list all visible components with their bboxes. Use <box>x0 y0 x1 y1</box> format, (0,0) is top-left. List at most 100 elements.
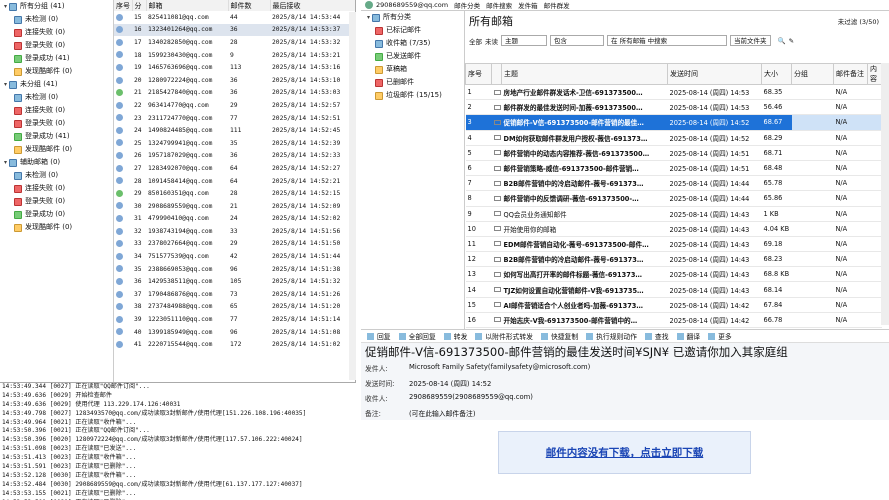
account-grid-scrollbar[interactable] <box>349 12 356 380</box>
table-row[interactable]: 41 2220715544@qq.com 172 2025/8/14 14:51:02 <box>114 338 355 351</box>
table-row[interactable]: 34 751577539@qq.com 42 2025/8/14 14:51:44 <box>114 250 355 263</box>
tree-item[interactable]: 未检测 (0) <box>0 169 113 182</box>
tree-item[interactable]: 登录成功 (41) <box>0 130 113 143</box>
mail-column-header[interactable]: 邮件备注 <box>833 63 868 85</box>
toolbar-forward-button[interactable]: 转发 <box>443 331 467 341</box>
folder-item[interactable]: 草稿箱 <box>361 63 464 76</box>
table-row[interactable]: 35 2388669053@qq.com 96 2025/8/14 14:51:38 <box>114 263 355 276</box>
tree-item[interactable]: 登录成功 (41) <box>0 52 113 65</box>
table-row[interactable]: 39 1223051110@qq.com 77 2025/8/14 14:51:14 <box>114 313 355 326</box>
toolbar-find-button[interactable]: 查找 <box>644 331 669 341</box>
table-row[interactable]: 40 1399185949@qq.com 96 2025/8/14 14:51:08 <box>114 326 355 339</box>
tree-item[interactable]: 连接失败 (0) <box>0 104 113 117</box>
toolbar-rule-button[interactable]: 执行规则动作 <box>586 331 637 341</box>
toolbar-translate-button[interactable]: 翻译 <box>676 331 700 341</box>
folder-item[interactable]: ▾ 所有分类 <box>361 11 464 24</box>
filter-control[interactable]: 在 所有邮箱 中搜索 <box>607 35 727 46</box>
table-row[interactable]: 16 开始志庆-V我-691373500-邮件营销中的… 2025-08-14 (周… <box>465 312 882 329</box>
filter-control[interactable]: 包含 <box>550 35 604 46</box>
table-row[interactable]: 19 1465763696@qq.com 113 2025/8/14 14:53:16 <box>114 61 355 74</box>
mail-column-header[interactable]: 大小 <box>761 63 792 85</box>
tree-item[interactable]: 登录失败 (0) <box>0 39 113 52</box>
table-row[interactable]: 32 1938743194@qq.com 33 2025/8/14 14:51:56 <box>114 225 355 238</box>
table-row[interactable]: 37 1790486876@qq.com 73 2025/8/14 14:51:26 <box>114 288 355 301</box>
table-row[interactable]: 9 QQ会员业务通知邮件 2025-08-14 (周四) 14:43 1 KB N/A <box>465 206 882 222</box>
tree-item[interactable]: 发现酷邮件 (0) <box>0 143 113 156</box>
table-row[interactable]: 28 1091458414@qq.com 64 2025/8/14 14:52:21 <box>114 175 355 188</box>
mail-column-header[interactable]: 分组 <box>791 63 834 85</box>
tree-item[interactable]: ▾ 未分组 (41) <box>0 78 113 91</box>
mail-column-header[interactable] <box>491 63 502 85</box>
header-menu-item[interactable]: 发件箱 <box>518 0 538 10</box>
toolbar-attach-forward-button[interactable]: 以附件形式转发 <box>475 331 533 341</box>
expand-icon[interactable]: ▾ <box>2 0 9 13</box>
table-row[interactable]: 21 2185427840@qq.com 36 2025/8/14 14:53:03 <box>114 87 355 100</box>
toolbar-reply-button[interactable]: 回复 <box>367 331 391 341</box>
tree-item[interactable]: 登录失败 (0) <box>0 117 113 130</box>
table-row[interactable]: 15 AI邮件营销适合个人创业者吗-加薇-691373… 2025-08-14 (周… <box>465 297 882 313</box>
expand-icon[interactable]: ▾ <box>2 156 9 169</box>
clear-filter-icon[interactable]: ✎ <box>789 37 794 45</box>
table-row[interactable]: 24 1490824485@qq.com 111 2025/8/14 14:52:45 <box>114 124 355 137</box>
tree-item[interactable]: ▾ 辅助邮箱 (0) <box>0 156 113 169</box>
tree-item[interactable]: 发现酷邮件 (0) <box>0 221 113 234</box>
tree-item[interactable]: 未检测 (0) <box>0 91 113 104</box>
filter-control[interactable]: 未读 <box>485 36 498 46</box>
table-row[interactable]: 14 TJZ如何设置自动化营销邮件-V我-6913735… 2025-08-14 (… <box>465 281 882 298</box>
expand-icon[interactable]: ▾ <box>365 11 372 24</box>
header-menu-item[interactable]: 邮件分类 <box>454 0 480 10</box>
grid-column-header[interactable]: 序号 <box>114 0 133 11</box>
header-menu-item[interactable]: 邮件群发 <box>544 0 570 10</box>
expand-icon[interactable]: ▾ <box>2 78 9 91</box>
download-mail-link[interactable]: 邮件内容没有下载，点击立即下载 <box>498 431 751 474</box>
table-row[interactable]: 2 邮件群发的最佳发送时间-加薇-691373500… 2025-08-14 (周四… <box>465 99 882 116</box>
folder-item[interactable]: 已发送邮件 <box>361 50 464 63</box>
toolbar-reply-all-button[interactable]: 全部回复 <box>398 331 436 341</box>
grid-column-header[interactable]: 最后接收 <box>270 0 355 11</box>
mail-column-header[interactable]: 发送时间 <box>667 63 762 85</box>
table-row[interactable]: 4 DM如何获取邮件群发用户授权-薇信-691373… 2025-08-14 (周四… <box>465 130 882 146</box>
tree-item[interactable]: 连接失败 (0) <box>0 26 113 39</box>
mail-list-scrollbar[interactable] <box>881 63 889 325</box>
table-row[interactable]: 31 479990410@qq.com 24 2025/8/14 14:52:02 <box>114 213 355 226</box>
mail-column-header[interactable]: 内容 <box>867 63 882 85</box>
folder-item[interactable]: 已标记邮件 <box>361 24 464 37</box>
grid-column-header[interactable]: 邮箱 <box>146 0 229 11</box>
mail-column-header[interactable]: 主题 <box>501 63 668 85</box>
table-row[interactable]: 36 1429538511@qq.com 105 2025/8/14 14:51:32 <box>114 275 355 288</box>
table-row[interactable]: 15 825411081@qq.com 44 2025/8/14 14:53:44 <box>114 11 355 24</box>
grid-column-header[interactable]: 分 <box>132 0 147 11</box>
table-row[interactable]: 16 1323401264@qq.com 36 2025/8/14 14:53:37 <box>114 23 355 37</box>
toolbar-more-button[interactable]: 更多 <box>708 331 732 341</box>
table-row[interactable]: 12 B2B邮件营销中的冷启动邮件-薇号-691373… 2025-08-14 (周… <box>465 251 882 268</box>
toolbar-copy-button[interactable]: 快捷复制 <box>540 331 578 341</box>
table-row[interactable]: 7 B2B邮件营销中的冷启动邮件-薇号-691373… 2025-08-14 (周四… <box>465 175 882 192</box>
table-row[interactable]: 25 1324799941@qq.com 35 2025/8/14 14:52:39 <box>114 137 355 150</box>
search-icon[interactable]: 🔍 <box>778 37 786 45</box>
table-row[interactable]: 3 促销邮件-V信-691373500-邮件营销的最佳… 2025-08-14 (周… <box>465 114 882 131</box>
table-row[interactable]: 38 2737484988@qq.com 65 2025/8/14 14:51:20 <box>114 301 355 314</box>
tree-item[interactable]: 发现酷邮件 (0) <box>0 65 113 78</box>
filter-control[interactable]: 全部 <box>469 36 482 46</box>
current-account[interactable]: 2908689559@qq.com <box>365 1 448 9</box>
table-row[interactable]: 5 邮件营销中的动态内容推荐-薇信-691373500… 2025-08-14 (周… <box>465 145 882 161</box>
tree-item[interactable]: 连接失败 (0) <box>0 182 113 195</box>
table-row[interactable]: 30 2908689559@qq.com 21 2025/8/14 14:52:09 <box>114 200 355 213</box>
table-row[interactable]: 23 2311724770@qq.com 77 2025/8/14 14:52:51 <box>114 112 355 125</box>
table-row[interactable]: 17 1340282850@qq.com 28 2025/8/14 14:53:32 <box>114 36 355 49</box>
filter-control[interactable]: 主题 <box>501 35 547 46</box>
table-row[interactable]: 33 2378027664@qq.com 29 2025/8/14 14:51:50 <box>114 238 355 251</box>
tree-item[interactable]: ▾ 所有分组 (41) <box>0 0 113 13</box>
table-row[interactable]: 8 邮件营销中的反馈调研-薇信-691373500-… 2025-08-14 (周四… <box>465 190 882 207</box>
table-row[interactable]: 13 如何写出高打开率的邮件标题-薇信-691373… 2025-08-14 (周四… <box>465 266 882 283</box>
tree-item[interactable]: 登录成功 (0) <box>0 208 113 221</box>
table-row[interactable]: 6 邮件营销策略-威信-691373500-邮件营销… 2025-08-14 (周四… <box>465 160 882 177</box>
table-row[interactable]: 11 EDM邮件营销自动化-薇号-691373500-邮件… 2025-08-14 … <box>465 236 882 253</box>
table-row[interactable]: 1 房地产行业邮件群发话术-卫信-691373500… 2025-08-14 (周四… <box>465 84 882 101</box>
table-row[interactable]: 27 1283492070@qq.com 64 2025/8/14 14:52:27 <box>114 162 355 175</box>
table-row[interactable]: 10 开始使用你的邮箱 2025-08-14 (周四) 14:43 4.04 KB N/… <box>465 221 882 237</box>
table-row[interactable]: 29 850160351@qq.com 28 2025/8/14 14:52:15 <box>114 187 355 200</box>
grid-column-header[interactable]: 邮件数 <box>228 0 271 11</box>
tree-item[interactable]: 未检测 (0) <box>0 13 113 26</box>
table-row[interactable]: 26 1957187029@qq.com 36 2025/8/14 14:52:33 <box>114 150 355 163</box>
